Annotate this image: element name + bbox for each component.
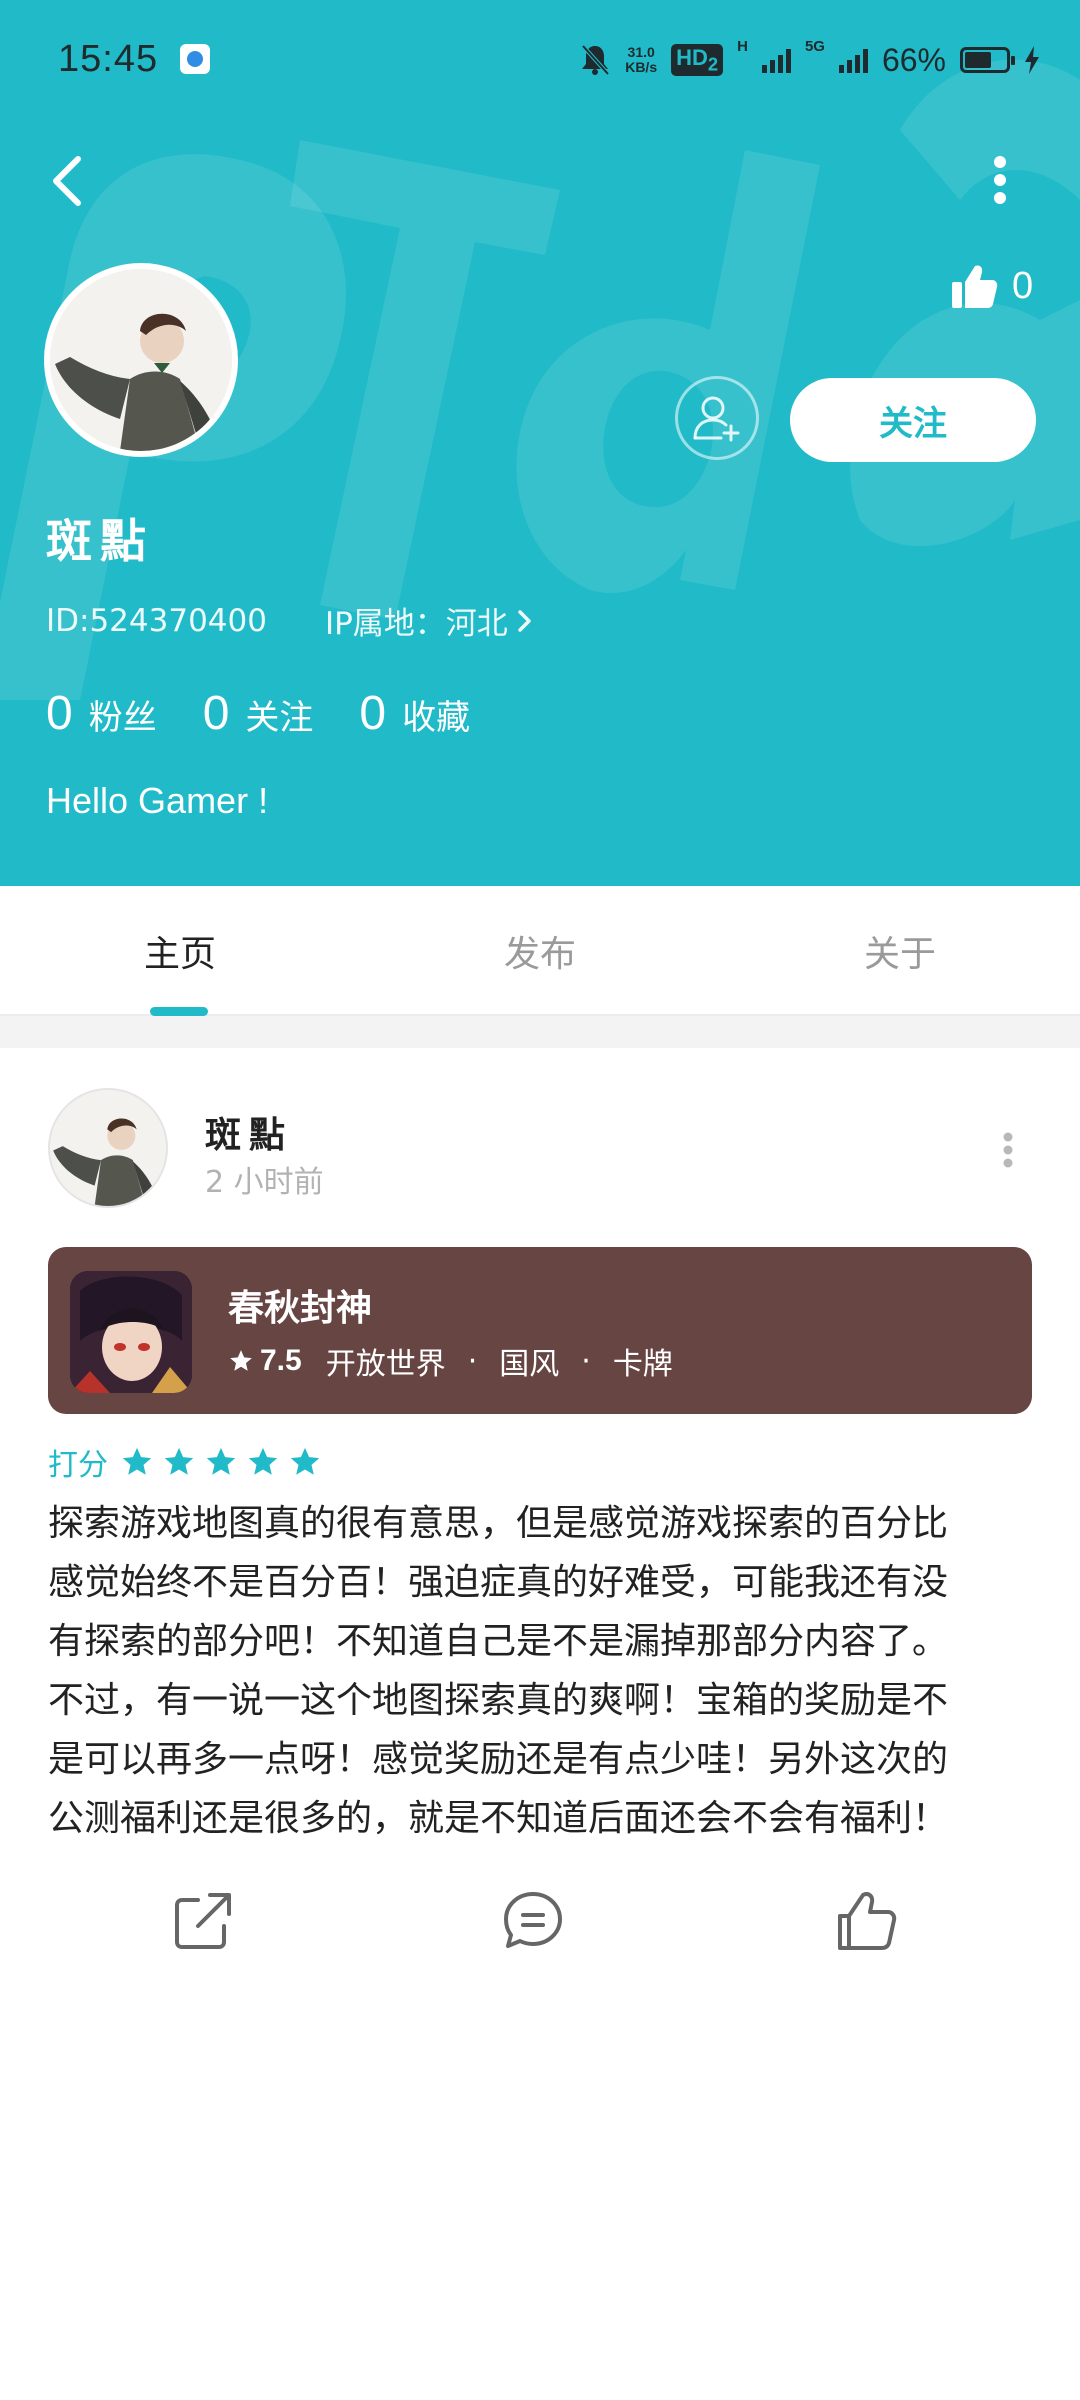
network-type-label: H <box>737 38 748 55</box>
review-line: 有探索的部分吧！不知道自己是不是漏掉那部分内容了。 <box>48 1621 949 1662</box>
more-vertical-icon <box>1003 1132 1013 1168</box>
game-tag: 卡牌 <box>612 1347 673 1382</box>
charging-bolt-icon <box>1025 46 1039 74</box>
notification-app-icon <box>180 44 210 74</box>
more-options-button[interactable] <box>975 150 1025 210</box>
hd-voice-icon: HD2 <box>671 43 724 77</box>
post-author-avatar[interactable] <box>48 1088 168 1208</box>
star-icon <box>164 1447 194 1475</box>
stat-fans-label: 粉丝 <box>88 698 157 738</box>
user-id: ID:524370400 <box>46 602 267 639</box>
star-icon <box>248 1447 278 1475</box>
likes-counter[interactable]: 0 <box>950 262 1033 310</box>
game-tag: 开放世界 <box>325 1347 446 1382</box>
profile-header: 15:45 31.0 KB/s HD2 H 5G 66% 0 关注 斑點 ID:… <box>0 0 1080 886</box>
chevron-right-icon <box>518 609 531 632</box>
star-icon <box>122 1447 152 1475</box>
profile-username: 斑點 <box>46 514 154 568</box>
post-actions <box>0 1888 1080 1958</box>
avatar-illustration <box>50 269 232 451</box>
star-icon <box>290 1447 320 1475</box>
game-name: 春秋封神 <box>228 1288 373 1329</box>
avatar-illustration <box>50 1090 166 1206</box>
review-line: 公测福利还是很多的，就是不知道后面还会不会有福利！ <box>48 1798 949 1839</box>
review-line: 不过，有一说一这个地图探索真的爽啊！宝箱的奖励是不 <box>48 1680 949 1721</box>
battery-percent: 66% <box>881 41 946 78</box>
stat-following-label: 关注 <box>245 698 314 738</box>
tab-home[interactable]: 主页 <box>0 886 360 1016</box>
game-icon <box>70 1271 192 1393</box>
game-card[interactable]: 春秋封神 7.5 开放世界 · 国风 · 卡牌 <box>48 1247 1032 1414</box>
active-tab-indicator <box>150 1007 208 1016</box>
tag-separator: · <box>467 1343 478 1379</box>
stat-favorites-count: 0 <box>359 687 387 740</box>
tab-posts[interactable]: 发布 <box>360 886 720 1016</box>
status-bar: 15:45 31.0 KB/s HD2 H 5G 66% <box>0 0 1080 120</box>
signal-icon <box>761 47 791 73</box>
game-art-icon <box>70 1271 192 1393</box>
like-button[interactable] <box>834 1888 900 1954</box>
stat-following-count: 0 <box>202 687 230 740</box>
profile-tabs: 主页 发布 关于 <box>0 886 1080 1016</box>
network-5g-label: 5G <box>804 38 825 55</box>
profile-avatar[interactable] <box>44 263 238 457</box>
star-icon <box>206 1447 236 1475</box>
review-text: 探索游戏地图真的很有意思，但是感觉游戏探索的百分比 感觉始终不是百分百！强迫症真… <box>48 1494 1038 1848</box>
add-user-icon <box>693 396 740 442</box>
stat-favorites[interactable]: 0 收藏 <box>359 686 470 741</box>
star-icon <box>230 1350 252 1371</box>
comment-icon <box>504 1892 562 1948</box>
post-rating: 打分 <box>48 1440 322 1484</box>
ip-location-link[interactable]: IP属地：河北 <box>325 598 534 643</box>
share-button[interactable] <box>170 1888 236 1954</box>
post-more-button[interactable] <box>990 1125 1026 1175</box>
follow-button[interactable]: 关注 <box>790 378 1036 462</box>
ip-location: IP属地：河北 <box>324 606 508 642</box>
comment-button[interactable] <box>500 1888 566 1954</box>
back-button[interactable] <box>40 145 100 215</box>
profile-stats: 0 粉丝 0 关注 0 收藏 <box>46 686 516 741</box>
thumbs-up-icon <box>952 265 998 308</box>
review-line: 感觉始终不是百分百！强迫症真的好难受，可能我还有没 <box>48 1562 949 1603</box>
profile-bio: Hello Gamer ! <box>46 780 269 821</box>
section-divider <box>0 1016 1080 1048</box>
battery-icon <box>960 47 1015 73</box>
game-meta: 7.5 开放世界 · 国风 · 卡牌 <box>228 1339 673 1383</box>
rating-stars <box>120 1445 322 1479</box>
add-friend-button[interactable] <box>675 376 759 460</box>
stat-fans-count: 0 <box>46 687 73 740</box>
game-tag: 国风 <box>499 1347 560 1382</box>
thumbs-up-icon <box>838 1891 897 1950</box>
review-line: 是可以再多一点呀！感觉奖励还是有点少哇！另外这次的 <box>48 1739 949 1780</box>
stat-following[interactable]: 0 关注 <box>203 686 314 741</box>
likes-count: 0 <box>1012 264 1034 307</box>
stat-fans[interactable]: 0 粉丝 <box>46 686 157 741</box>
mute-bell-icon <box>581 44 610 76</box>
chevron-left-icon <box>53 156 81 206</box>
more-vertical-icon <box>994 156 1006 204</box>
tag-separator: · <box>581 1343 591 1379</box>
signal-5g-icon <box>838 47 868 73</box>
game-score: 7.5 <box>260 1344 302 1377</box>
rating-label: 打分 <box>48 1448 108 1483</box>
status-time: 15:45 <box>58 38 159 80</box>
status-icons: 31.0 KB/s HD2 H 5G 66% <box>579 38 1040 82</box>
share-external-icon <box>175 1893 231 1949</box>
profile-meta: ID:524370400 IP属地：河北 <box>46 598 534 643</box>
post-author-name[interactable]: 斑點 <box>205 1106 293 1158</box>
tab-about[interactable]: 关于 <box>720 886 1080 1016</box>
post-timestamp: 2 小时前 <box>205 1165 324 1200</box>
network-speed: 31.0 KB/s <box>625 44 658 75</box>
review-line: 探索游戏地图真的很有意思，但是感觉游戏探索的百分比 <box>48 1503 949 1544</box>
stat-favorites-label: 收藏 <box>402 698 471 738</box>
